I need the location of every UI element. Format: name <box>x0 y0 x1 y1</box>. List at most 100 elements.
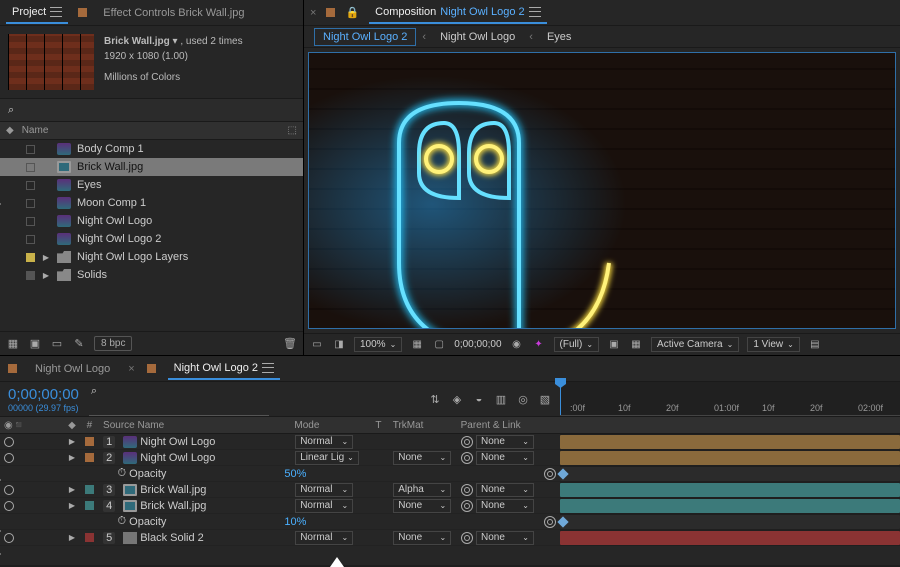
frame-blend-icon[interactable]: ▥ <box>494 393 508 406</box>
blend-mode-dropdown[interactable]: Normal⌄ <box>295 483 353 497</box>
comp-mini-flow-icon[interactable]: ⇅ <box>428 393 442 406</box>
layer-bar[interactable] <box>560 451 900 465</box>
shy-icon[interactable]: ◒ <box>472 393 486 406</box>
property-value[interactable]: 10% <box>280 514 358 529</box>
parent-dropdown[interactable]: None⌄ <box>476 499 534 513</box>
layer-row[interactable]: ▶ 3 Brick Wall.jpg Normal⌄ Alpha⌄ None⌄ <box>0 482 560 498</box>
visibility-toggle[interactable] <box>4 485 14 495</box>
visibility-toggle[interactable] <box>4 533 14 543</box>
property-row[interactable]: ⏱ Opacity 10% <box>0 514 560 530</box>
project-item[interactable]: ▶Night Owl Logo Layers <box>0 248 303 266</box>
pickwhip-icon[interactable] <box>461 484 473 496</box>
pickwhip-icon[interactable] <box>461 452 473 464</box>
pickwhip-icon[interactable] <box>544 468 556 480</box>
trkmat-dropdown[interactable]: None⌄ <box>393 531 451 545</box>
pickwhip-icon[interactable] <box>461 532 473 544</box>
crumb-item[interactable]: Night Owl Logo 2 <box>314 28 416 46</box>
panel-menu-icon[interactable] <box>262 363 274 373</box>
tab-effect-controls[interactable]: Effect Controls Brick Wall.jpg <box>97 3 250 23</box>
blend-mode-dropdown[interactable]: Normal⌄ <box>295 499 353 513</box>
new-comp-icon[interactable]: ▣ <box>28 337 42 350</box>
stopwatch-icon[interactable]: ⏱ <box>117 515 126 528</box>
graph-editor-icon[interactable]: ▧ <box>538 393 552 406</box>
project-item[interactable]: Brick Wall.jpg <box>0 158 303 176</box>
property-row[interactable]: ⏱ Opacity 50% <box>0 466 560 482</box>
views-dropdown[interactable]: 1 View⌄ <box>747 337 800 352</box>
search-input[interactable] <box>91 398 267 413</box>
blend-mode-dropdown[interactable]: Normal⌄ <box>295 531 353 545</box>
trkmat-dropdown[interactable]: None⌄ <box>393 451 451 465</box>
trkmat-dropdown[interactable]: Alpha⌄ <box>393 483 451 497</box>
panel-menu-icon[interactable] <box>50 7 62 17</box>
pickwhip-icon[interactable] <box>461 436 473 448</box>
layer-row[interactable]: ▶ 1 Night Owl Logo Normal⌄ None⌄ <box>0 434 560 450</box>
project-item[interactable]: Night Owl Logo 2 <box>0 230 303 248</box>
pickwhip-icon[interactable] <box>461 500 473 512</box>
time-ruler[interactable]: :00f10f20f01:00f10f20f02:00f <box>560 382 900 416</box>
grid-icon[interactable]: ▦ <box>410 339 424 350</box>
crumb-item[interactable]: Night Owl Logo <box>432 29 523 45</box>
motion-blur-icon[interactable]: ◎ <box>516 393 530 406</box>
exposure-icon[interactable]: ▤ <box>808 339 822 350</box>
layer-row[interactable]: ▶ 2 Night Owl Logo Linear Lig⌄ None⌄ Non… <box>0 450 560 466</box>
brush-icon[interactable]: ✎ <box>72 337 86 350</box>
tab-project[interactable]: Project <box>6 2 68 24</box>
layer-bar[interactable] <box>560 435 900 449</box>
search-input[interactable] <box>14 101 295 119</box>
camera-dropdown[interactable]: Active Camera⌄ <box>651 337 739 352</box>
project-item[interactable]: Eyes <box>0 176 303 194</box>
parent-dropdown[interactable]: None⌄ <box>476 483 534 497</box>
roi-icon[interactable]: ▣ <box>607 339 621 350</box>
project-item[interactable]: Body Comp 1 <box>0 140 303 158</box>
blend-mode-dropdown[interactable]: Normal⌄ <box>295 435 353 449</box>
guides-icon[interactable]: ▢ <box>432 339 446 350</box>
property-value[interactable]: 50% <box>280 466 358 481</box>
layer-row[interactable]: ▶ 5 Black Solid 2 Normal⌄ None⌄ None⌄ <box>0 530 560 546</box>
timeline-tab[interactable]: Night Owl Logo <box>29 359 116 379</box>
parent-dropdown[interactable]: None⌄ <box>476 435 534 449</box>
layer-bar[interactable] <box>560 531 900 545</box>
parent-dropdown[interactable]: None⌄ <box>476 531 534 545</box>
layer-bar[interactable] <box>560 499 900 513</box>
trash-icon[interactable]: 🗑 <box>283 337 297 350</box>
new-folder-icon[interactable]: ▭ <box>50 337 64 350</box>
panel-menu-icon[interactable] <box>529 7 541 17</box>
label-icon[interactable]: ◆ <box>6 125 14 136</box>
timeline-search[interactable]: ⌕ <box>89 383 269 416</box>
composition-viewer[interactable] <box>308 52 896 329</box>
current-time[interactable]: 0;00;00;00 <box>454 339 501 350</box>
monitor-icon[interactable]: ▭ <box>310 339 324 350</box>
bpc-toggle[interactable]: 8 bpc <box>94 336 132 351</box>
crumb-item[interactable]: Eyes <box>539 29 579 45</box>
resolution-dropdown[interactable]: (Full)⌄ <box>554 337 599 352</box>
visibility-toggle[interactable] <box>4 453 14 463</box>
snapshot-icon[interactable]: ◉ <box>510 339 524 350</box>
bin-icon[interactable]: ▦ <box>6 337 20 350</box>
layer-bar[interactable] <box>560 483 900 497</box>
timeline-tracks[interactable]: :00f10f20f01:00f10f20f02:00f <box>560 382 900 546</box>
trkmat-dropdown[interactable]: None⌄ <box>393 499 451 513</box>
pickwhip-icon[interactable] <box>544 516 556 528</box>
lock-icon[interactable]: 🔒 <box>345 6 359 19</box>
timeline-tab[interactable]: Night Owl Logo 2 <box>168 358 280 380</box>
parent-dropdown[interactable]: None⌄ <box>476 451 534 465</box>
project-item[interactable]: Night Owl Logo <box>0 212 303 230</box>
visibility-toggle[interactable] <box>4 501 14 511</box>
playhead[interactable] <box>560 382 561 415</box>
keyframe-icon[interactable] <box>557 468 568 479</box>
mask-icon[interactable]: ◨ <box>332 339 346 350</box>
transparency-icon[interactable]: ▦ <box>629 339 643 350</box>
layer-row[interactable]: ▶ 4 Brick Wall.jpg Normal⌄ None⌄ None⌄ <box>0 498 560 514</box>
timecode[interactable]: 0;00;00;00 <box>8 386 79 403</box>
project-item[interactable]: Moon Comp 1 <box>0 194 303 212</box>
project-item[interactable]: ▶Solids <box>0 266 303 284</box>
zoom-dropdown[interactable]: 100%⌄ <box>354 337 402 352</box>
project-search[interactable]: ⌕ <box>0 98 303 122</box>
draft3d-icon[interactable]: ◈ <box>450 393 464 406</box>
visibility-toggle[interactable] <box>4 437 14 447</box>
tab-composition[interactable]: Composition Night Owl Logo 2 <box>369 2 547 24</box>
stopwatch-icon[interactable]: ⏱ <box>117 467 126 480</box>
keyframe-icon[interactable] <box>557 516 568 527</box>
blend-mode-dropdown[interactable]: Linear Lig⌄ <box>295 451 359 465</box>
color-icon[interactable]: ✦ <box>532 339 546 350</box>
